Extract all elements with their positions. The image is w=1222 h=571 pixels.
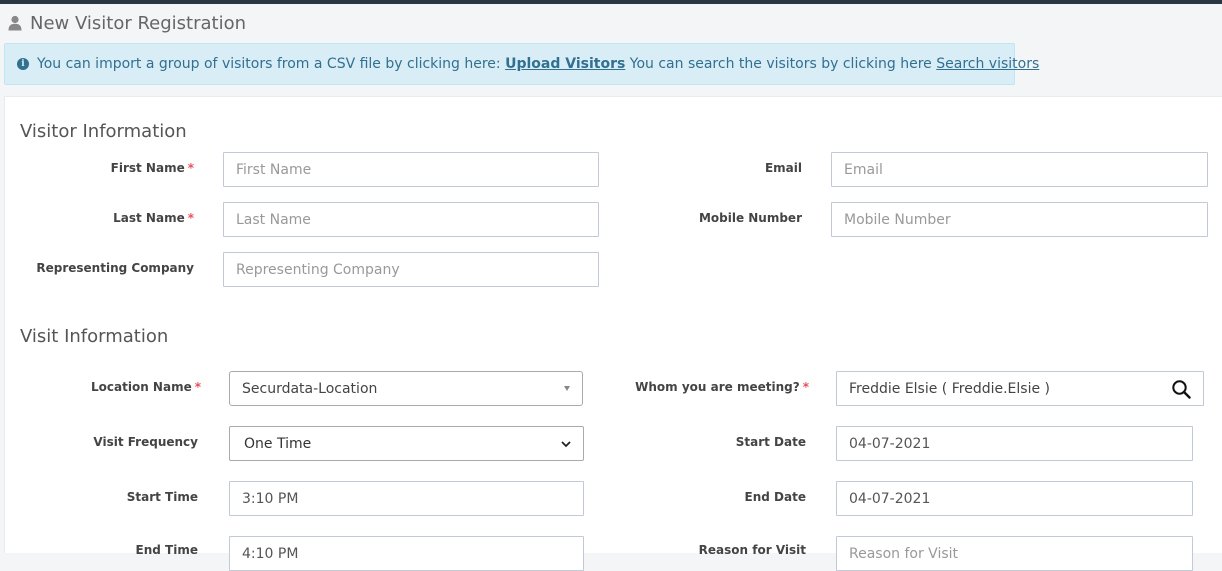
page-title-text: New Visitor Registration	[30, 12, 247, 34]
reason-for-visit-label: Reason for Visit	[698, 543, 806, 557]
first-name-label: First Name *	[110, 161, 194, 175]
start-date-input[interactable]: 04-07-2021	[836, 426, 1193, 461]
start-date-label: Start Date	[735, 435, 806, 449]
info-alert: i You can import a group of visitors fro…	[4, 43, 1039, 85]
mobile-number-input[interactable]: Mobile Number	[831, 202, 1208, 237]
representing-company-label: Representing Company	[36, 261, 194, 275]
upload-visitors-link[interactable]: Upload Visitors	[505, 56, 625, 72]
last-name-label: Last Name *	[113, 211, 194, 225]
registration-form: Visitor Information First Name * First Na…	[4, 96, 1222, 571]
location-select[interactable]: Securdata-Location	[229, 371, 583, 406]
required-marker: *	[802, 380, 809, 394]
visitor-information-heading: Visitor Information	[20, 121, 187, 142]
top-bar	[0, 0, 1222, 4]
first-name-input[interactable]: First Name	[223, 152, 599, 187]
search-icon[interactable]	[1171, 379, 1191, 399]
required-marker: *	[194, 380, 201, 394]
user-icon	[8, 15, 22, 31]
location-name-label: Location Name *	[91, 380, 201, 394]
email-label: Email	[764, 161, 802, 175]
required-marker: *	[187, 161, 194, 175]
caret-down-icon	[564, 386, 570, 391]
alert-import-text: You can import a group of visitors from …	[37, 56, 501, 72]
end-date-label: End Date	[744, 490, 806, 504]
search-visitors-link[interactable]: Search visitors	[936, 56, 1039, 72]
end-time-label: End Time	[135, 543, 198, 557]
start-time-input[interactable]: 3:10 PM	[229, 481, 584, 516]
end-time-input[interactable]: 4:10 PM	[229, 536, 584, 571]
page-title: New Visitor Registration	[8, 11, 246, 35]
chevron-down-icon	[561, 440, 571, 447]
last-name-input[interactable]: Last Name	[223, 202, 599, 237]
email-input[interactable]: Email	[831, 152, 1208, 187]
start-time-label: Start Time	[126, 490, 198, 504]
info-circle-icon: i	[17, 58, 29, 70]
visit-frequency-label: Visit Frequency	[93, 435, 198, 449]
whom-meeting-input[interactable]: Freddie Elsie ( Freddie.Elsie )	[836, 371, 1204, 406]
required-marker: *	[187, 211, 194, 225]
visit-information-heading: Visit Information	[20, 326, 169, 347]
whom-meeting-label: Whom you are meeting? *	[635, 380, 809, 394]
end-date-input[interactable]: 04-07-2021	[836, 481, 1193, 516]
representing-company-input[interactable]: Representing Company	[223, 252, 599, 287]
alert-search-text: You can search the visitors by clicking …	[629, 56, 932, 72]
reason-for-visit-input[interactable]: Reason for Visit	[836, 536, 1193, 571]
mobile-number-label: Mobile Number	[698, 211, 802, 225]
visit-frequency-select[interactable]: One Time	[229, 426, 584, 461]
